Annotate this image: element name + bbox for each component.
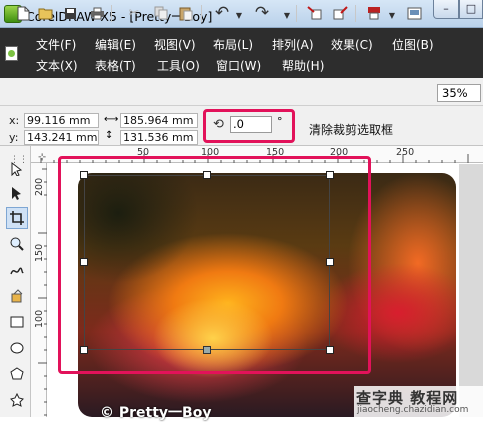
menu-layout[interactable]: 布局(L) [213, 36, 253, 54]
shape-tool-icon[interactable] [6, 182, 28, 204]
import-icon[interactable] [305, 4, 323, 22]
x-label: x: [9, 114, 20, 127]
basic-shapes-tool-icon[interactable] [6, 389, 28, 411]
watermark-url: jiaocheng.chazidian.com [357, 405, 469, 415]
ruler-label-100-v: 100 [34, 309, 45, 328]
toolbar-separator [201, 5, 202, 22]
ruler-label-250: 250 [396, 147, 415, 158]
redo-dropdown-icon[interactable]: ▼ [278, 6, 296, 24]
ruler-label-200-v: 200 [34, 177, 45, 196]
cut-icon[interactable]: ✂ [125, 4, 143, 22]
menu-view[interactable]: 视图(V) [154, 36, 196, 54]
minimize-button[interactable]: – [433, 0, 459, 19]
rotation-icon: ⟲ [213, 117, 224, 132]
menu-tools[interactable]: 工具(O) [157, 57, 200, 75]
menu-file[interactable]: 文件(F) [36, 36, 76, 54]
menu-window[interactable]: 窗口(W) [216, 57, 261, 75]
publish-dropdown-icon[interactable]: ▼ [383, 6, 401, 24]
pick-tool-icon[interactable] [6, 158, 28, 180]
y-position-field[interactable]: 143.241 mm [24, 130, 99, 145]
redo-icon[interactable]: ↷ [253, 3, 271, 23]
crop-highlight [58, 156, 371, 374]
zoom-level-input[interactable]: 35% [437, 84, 481, 102]
rotation-angle-field[interactable]: .0 [230, 116, 272, 133]
degree-symbol: ° [277, 115, 283, 128]
zoom-tool-icon[interactable] [6, 233, 28, 255]
freehand-tool-icon[interactable] [6, 259, 28, 281]
undo-icon[interactable]: ↶ [213, 3, 231, 23]
width-icon: ⟷ [104, 114, 119, 125]
undo-dropdown-icon[interactable]: ▼ [230, 6, 248, 24]
standard-toolbar [0, 78, 483, 106]
ruler-origin-icon[interactable]: ⊹ [38, 152, 46, 163]
clear-crop-marquee-button[interactable]: 清除裁剪选取框 [309, 121, 393, 138]
new-icon[interactable] [14, 4, 32, 22]
document-icon[interactable] [5, 46, 18, 61]
copy-icon[interactable] [152, 4, 170, 22]
publish-icon[interactable] [365, 4, 383, 22]
menu-effects[interactable]: 效果(C) [331, 36, 373, 54]
width-field[interactable]: 185.964 mm [120, 113, 198, 128]
menu-text[interactable]: 文本(X) [36, 57, 78, 75]
smart-fill-tool-icon[interactable] [6, 285, 28, 307]
menu-arrange[interactable]: 排列(A) [272, 36, 314, 54]
polygon-tool-icon[interactable] [6, 363, 28, 385]
page-shadow [459, 164, 483, 417]
rectangle-tool-icon[interactable] [6, 311, 28, 333]
crop-tool-icon[interactable] [6, 207, 28, 229]
menu-help[interactable]: 帮助(H) [282, 57, 324, 75]
height-icon: ↕ [105, 130, 114, 141]
save-icon[interactable] [61, 4, 79, 22]
maximize-button[interactable]: □ [459, 0, 483, 19]
height-field[interactable]: 131.536 mm [120, 130, 198, 145]
menu-edit[interactable]: 编辑(E) [95, 36, 136, 54]
vertical-ruler[interactable] [31, 163, 47, 417]
toolbar-separator [111, 5, 112, 22]
open-icon[interactable] [37, 4, 55, 22]
toolbar-separator [296, 5, 297, 22]
app-launcher-icon[interactable] [405, 4, 423, 22]
ruler-label-150-v: 150 [34, 243, 45, 262]
print-icon[interactable] [88, 4, 106, 22]
photo-caption: © Pretty一Boy [100, 405, 212, 421]
menu-table[interactable]: 表格(T) [95, 57, 136, 75]
paste-icon[interactable] [177, 4, 195, 22]
export-icon[interactable] [331, 4, 349, 22]
ellipse-tool-icon[interactable] [6, 337, 28, 359]
x-position-field[interactable]: 99.116 mm [24, 113, 99, 128]
toolbar-separator [355, 5, 356, 22]
y-label: y: [9, 131, 19, 144]
menu-bitmaps[interactable]: 位图(B) [392, 36, 434, 54]
